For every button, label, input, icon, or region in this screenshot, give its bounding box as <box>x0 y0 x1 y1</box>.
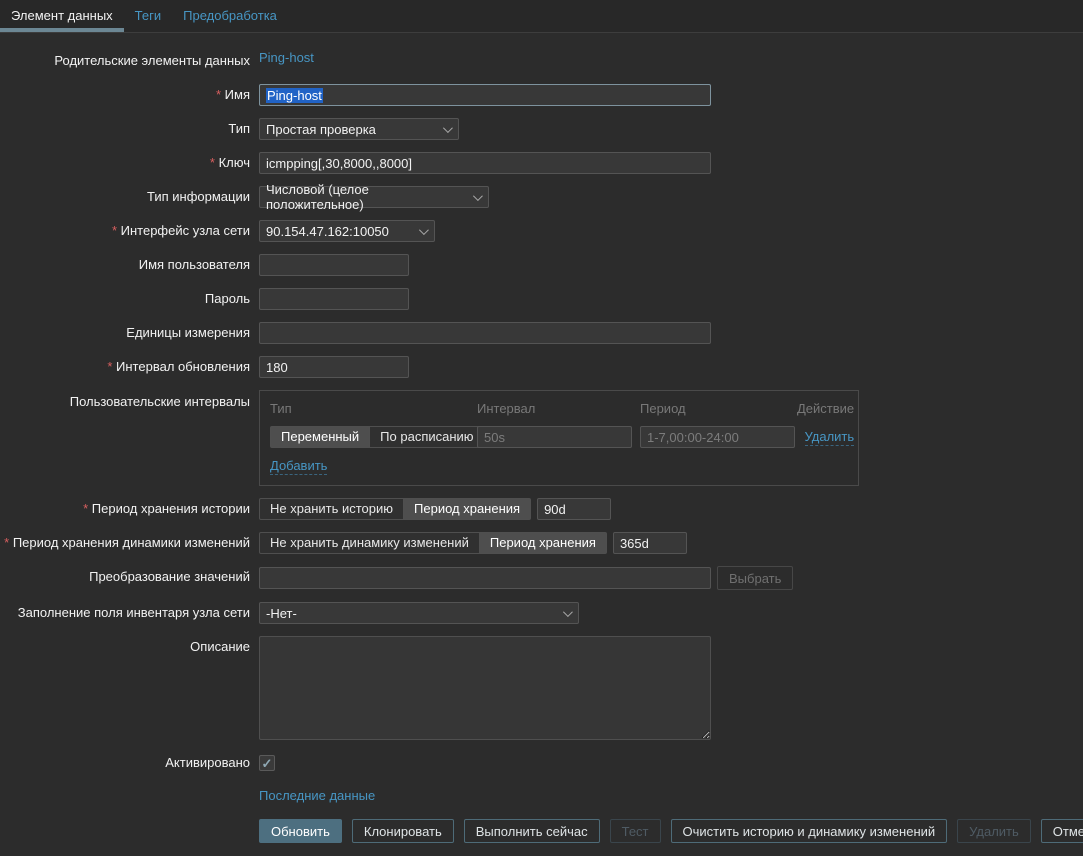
interval-period-cell <box>640 426 797 448</box>
tab-tags[interactable]: Теги <box>124 0 172 32</box>
history-label: Период хранения истории <box>0 498 250 520</box>
remove-interval-link[interactable]: Удалить <box>805 429 855 446</box>
row-key: Ключ <box>0 152 1083 174</box>
valuemap-input[interactable] <box>259 567 711 589</box>
row-history: Период хранения истории Не хранить истор… <box>0 498 1083 520</box>
chevron-down-icon <box>473 191 483 201</box>
row-password: Пароль <box>0 288 1083 310</box>
cancel-button[interactable]: Отмена <box>1041 819 1083 843</box>
row-parent-items: Родительские элементы данных Ping-host <box>0 50 1083 72</box>
interval-type-flexible-option[interactable]: Переменный <box>271 427 369 447</box>
password-input[interactable] <box>259 288 409 310</box>
row-name: Имя Ping-host <box>0 84 1083 106</box>
chevron-down-icon <box>563 607 573 617</box>
username-label: Имя пользователя <box>0 254 250 276</box>
inventory-select[interactable]: -Нет- <box>259 602 579 624</box>
interval-input[interactable] <box>477 426 632 448</box>
interval-value-cell <box>477 426 640 448</box>
type-select[interactable]: Простая проверка <box>259 118 459 140</box>
parent-item-link[interactable]: Ping-host <box>259 50 314 65</box>
row-type: Тип Простая проверка <box>0 118 1083 140</box>
clear-history-button[interactable]: Очистить историю и динамику изменений <box>671 819 948 843</box>
info-type-select-value: Числовой (целое положительное) <box>266 182 465 212</box>
intervals-header-interval: Интервал <box>477 398 640 426</box>
name-label: Имя <box>0 84 250 106</box>
add-interval-link[interactable]: Добавить <box>270 458 327 475</box>
chevron-down-icon <box>419 225 429 235</box>
parent-items-label: Родительские элементы данных <box>0 50 250 72</box>
inventory-select-value: -Нет- <box>266 606 297 621</box>
row-description: Описание <box>0 636 1083 740</box>
history-off-option[interactable]: Не хранить историю <box>260 499 403 519</box>
description-label: Описание <box>0 636 250 658</box>
row-footer-buttons: Обновить Клонировать Выполнить сейчас Те… <box>0 819 1083 843</box>
row-valuemap: Преобразование значений Выбрать <box>0 566 1083 590</box>
trends-storage-option[interactable]: Период хранения <box>479 533 606 553</box>
chevron-down-icon <box>443 123 453 133</box>
row-inventory: Заполнение поля инвентаря узла сети -Нет… <box>0 602 1083 624</box>
history-period-input[interactable] <box>537 498 611 520</box>
row-units: Единицы измерения <box>0 322 1083 344</box>
clone-button[interactable]: Клонировать <box>352 819 454 843</box>
trends-period-input[interactable] <box>613 532 687 554</box>
interface-label: Интерфейс узла сети <box>0 220 250 242</box>
row-latest-data: Последние данные <box>0 788 1083 803</box>
inventory-label: Заполнение поля инвентаря узла сети <box>0 602 250 624</box>
interval-type-scheduling-option[interactable]: По расписанию <box>369 427 483 447</box>
info-type-select[interactable]: Числовой (целое положительное) <box>259 186 489 208</box>
info-type-label: Тип информации <box>0 186 250 208</box>
interval-action-cell: Удалить <box>797 429 854 446</box>
tab-bar: Элемент данных Теги Предобработка <box>0 0 1083 33</box>
interval-type-segmented: Переменный По расписанию <box>270 426 485 448</box>
test-button[interactable]: Тест <box>610 819 661 843</box>
description-textarea[interactable] <box>259 636 711 740</box>
type-select-value: Простая проверка <box>266 122 376 137</box>
row-enabled: Активировано <box>0 752 1083 774</box>
item-form: Родительские элементы данных Ping-host И… <box>0 33 1083 843</box>
intervals-header-action: Действие <box>797 398 854 426</box>
key-label: Ключ <box>0 152 250 174</box>
footer-button-bar: Обновить Клонировать Выполнить сейчас Те… <box>259 819 1083 843</box>
custom-intervals-label: Пользовательские интервалы <box>0 390 250 410</box>
valuemap-label: Преобразование значений <box>0 566 250 588</box>
units-label: Единицы измерения <box>0 322 250 344</box>
interval-type-cell: Переменный По расписанию <box>270 426 477 448</box>
tab-preprocessing[interactable]: Предобработка <box>172 0 288 32</box>
row-info-type: Тип информации Числовой (целое положител… <box>0 186 1083 208</box>
valuemap-select-button[interactable]: Выбрать <box>717 566 793 590</box>
update-interval-label: Интервал обновления <box>0 356 250 378</box>
intervals-header-type: Тип <box>270 398 477 426</box>
key-input[interactable] <box>259 152 711 174</box>
row-interface: Интерфейс узла сети 90.154.47.162:10050 <box>0 220 1083 242</box>
enabled-label: Активировано <box>0 752 250 774</box>
name-input-selected-text: Ping-host <box>266 88 323 103</box>
row-custom-intervals: Пользовательские интервалы Тип Интервал … <box>0 390 1083 486</box>
period-input[interactable] <box>640 426 795 448</box>
enabled-checkbox[interactable] <box>259 755 275 771</box>
row-update-interval: Интервал обновления <box>0 356 1083 378</box>
username-input[interactable] <box>259 254 409 276</box>
execute-now-button[interactable]: Выполнить сейчас <box>464 819 600 843</box>
delete-button[interactable]: Удалить <box>957 819 1031 843</box>
trends-segmented: Не хранить динамику изменений Период хра… <box>259 532 607 554</box>
tab-item[interactable]: Элемент данных <box>0 0 124 32</box>
row-trends: Период хранения динамики изменений Не хр… <box>0 532 1083 554</box>
units-input[interactable] <box>259 322 711 344</box>
update-button[interactable]: Обновить <box>259 819 342 843</box>
history-segmented: Не хранить историю Период хранения <box>259 498 531 520</box>
history-storage-option[interactable]: Период хранения <box>403 499 530 519</box>
intervals-header-period: Период <box>640 398 797 426</box>
row-username: Имя пользователя <box>0 254 1083 276</box>
trends-label: Период хранения динамики изменений <box>0 532 250 554</box>
latest-data-link[interactable]: Последние данные <box>259 788 375 803</box>
update-interval-input[interactable] <box>259 356 409 378</box>
trends-off-option[interactable]: Не хранить динамику изменений <box>260 533 479 553</box>
password-label: Пароль <box>0 288 250 310</box>
custom-intervals-block: Тип Интервал Период Действие Переменный … <box>259 390 859 486</box>
interface-select[interactable]: 90.154.47.162:10050 <box>259 220 435 242</box>
interface-select-value: 90.154.47.162:10050 <box>266 224 389 239</box>
name-input[interactable]: Ping-host <box>259 84 711 106</box>
type-label: Тип <box>0 118 250 140</box>
